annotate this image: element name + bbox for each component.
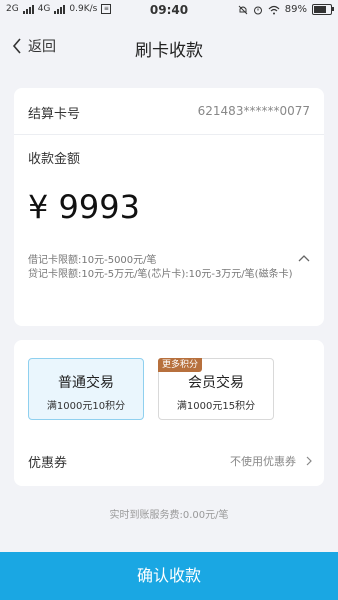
coupon-row[interactable]: 优惠券 不使用优惠券 <box>14 444 324 476</box>
mute-icon <box>238 5 248 14</box>
transaction-card: 普通交易 满1000元10积分 更多积分 会员交易 满1000元15积分 优惠券… <box>14 340 324 486</box>
settlement-card-row: 结算卡号 621483******0077 <box>14 88 324 135</box>
amount-value: ¥ 9993 <box>28 188 140 226</box>
limit-info: 借记卡限额:10元-5000元/笔 贷记卡限额:10元-5万元/笔(芯片卡):1… <box>28 254 298 282</box>
service-fee-text: 实时到账服务费:0.00元/笔 <box>109 510 229 521</box>
option-title: 会员交易 <box>188 375 244 391</box>
battery-icon <box>312 4 334 15</box>
status-right: 89% <box>238 4 334 15</box>
nav-bar: 返回 刷卡收款 <box>0 22 338 74</box>
page-title: 刷卡收款 <box>135 41 203 61</box>
credit-limit: 贷记卡限额:10元-5万元/笔(芯片卡):10元-3万元/笔(磁条卡) <box>28 269 293 280</box>
settlement-card-number: 621483******0077 <box>197 104 310 118</box>
option-subtitle: 满1000元10积分 <box>46 401 126 412</box>
payment-card: 结算卡号 621483******0077 收款金额 ¥ 9993 借记卡限额:… <box>14 88 324 326</box>
battery-percent: 89% <box>284 4 307 15</box>
confirm-payment-button[interactable]: 确认收款 <box>0 552 338 600</box>
coupon-label: 优惠券 <box>28 456 68 471</box>
member-transaction-option[interactable]: 更多积分 会员交易 满1000元15积分 <box>158 358 274 420</box>
chevron-up-icon[interactable] <box>298 254 310 262</box>
debit-limit: 借记卡限额:10元-5000元/笔 <box>28 255 157 266</box>
wifi-icon <box>268 5 280 14</box>
normal-transaction-option[interactable]: 普通交易 满1000元10积分 <box>28 358 144 420</box>
status-bar: 2G 4G 0.9K/s ≡ 09:40 89% <box>0 0 338 22</box>
alarm-icon <box>253 6 262 14</box>
settlement-card-label: 结算卡号 <box>28 107 81 122</box>
option-title: 普通交易 <box>58 375 114 391</box>
amount-label: 收款金额 <box>28 152 81 167</box>
more-points-badge: 更多积分 <box>158 358 203 372</box>
chevron-right-icon <box>306 456 312 466</box>
coupon-value: 不使用优惠券 <box>230 455 296 468</box>
option-subtitle: 满1000元15积分 <box>176 401 256 412</box>
